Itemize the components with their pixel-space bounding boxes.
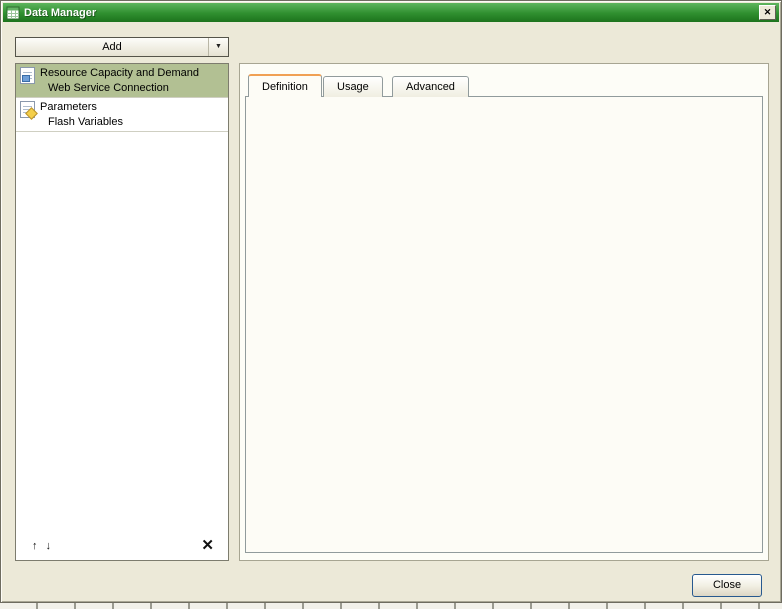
tab-advanced[interactable]: Advanced bbox=[392, 76, 469, 97]
move-down-icon[interactable]: ↓ bbox=[46, 540, 52, 552]
connection-subtitle: Web Service Connection bbox=[40, 79, 199, 94]
add-button-label: Add bbox=[16, 41, 208, 53]
definition-tab-page bbox=[245, 96, 763, 553]
data-manager-dialog: Data Manager ✕ Add ▼ Resource Capacity a… bbox=[0, 0, 782, 603]
move-up-icon[interactable]: ↑ bbox=[32, 540, 38, 552]
delete-connection-icon[interactable]: ✕ bbox=[201, 536, 214, 554]
connection-list: Resource Capacity and Demand Web Service… bbox=[15, 63, 229, 561]
chevron-down-icon: ▼ bbox=[208, 38, 228, 56]
parameters-subtitle: Flash Variables bbox=[40, 113, 123, 128]
window-title: Data Manager bbox=[24, 7, 755, 19]
parameters-title: Parameters bbox=[40, 100, 123, 113]
connection-title: Resource Capacity and Demand bbox=[40, 66, 199, 79]
close-button[interactable]: Close bbox=[692, 574, 762, 597]
list-item-flash-variables[interactable]: Parameters Flash Variables bbox=[16, 98, 228, 132]
data-manager-icon bbox=[6, 6, 20, 20]
background-app-strip bbox=[0, 603, 782, 609]
title-bar[interactable]: Data Manager ✕ bbox=[3, 3, 779, 22]
close-window-icon[interactable]: ✕ bbox=[759, 5, 776, 20]
tab-usage[interactable]: Usage bbox=[323, 76, 383, 97]
tab-definition[interactable]: Definition bbox=[248, 74, 322, 97]
add-button[interactable]: Add ▼ bbox=[15, 37, 229, 57]
list-item-web-service-connection[interactable]: Resource Capacity and Demand Web Service… bbox=[16, 64, 228, 98]
web-service-connection-icon bbox=[20, 67, 35, 84]
flash-variables-icon bbox=[20, 101, 35, 118]
